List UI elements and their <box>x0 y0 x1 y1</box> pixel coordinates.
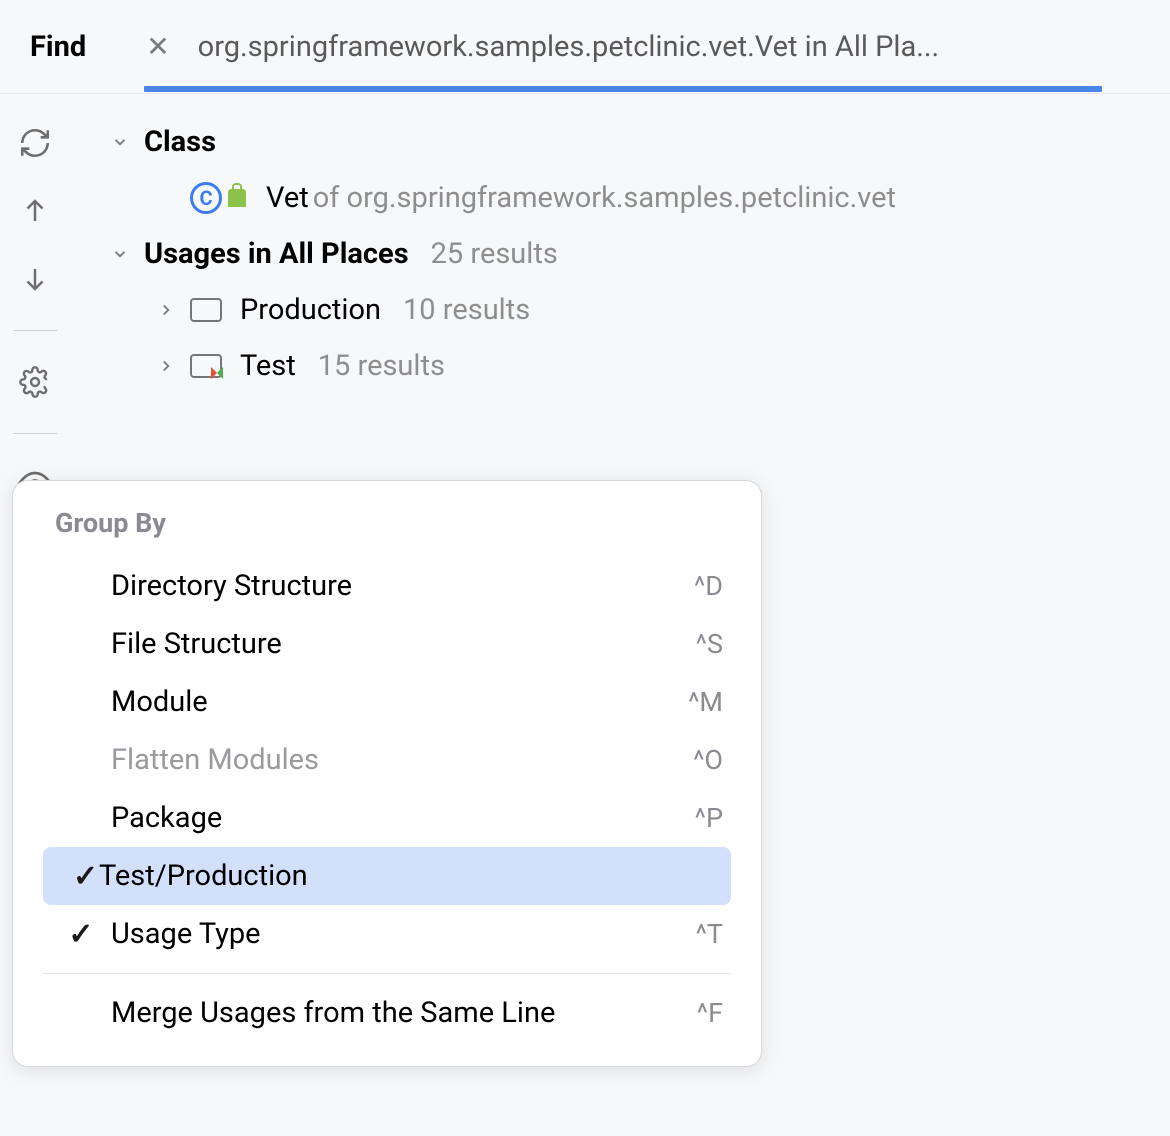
toolbar-divider <box>13 433 57 434</box>
tree-node-class-item[interactable]: C Vet of org.springframework.samples.pet… <box>70 170 1170 226</box>
usages-tree: Class C Vet of org.springframework.sampl… <box>70 94 1170 504</box>
previous-button[interactable] <box>16 192 54 230</box>
find-header: Find ✕ org.springframework.samples.petcl… <box>0 0 1170 94</box>
menu-item-label: Directory Structure <box>111 569 694 603</box>
menu-divider <box>43 973 731 974</box>
test-label: Test <box>240 349 296 383</box>
menu-item-label: Merge Usages from the Same Line <box>111 996 697 1030</box>
menu-flatten-modules: Flatten Modules ^O <box>13 731 761 789</box>
class-section-label: Class <box>144 125 216 159</box>
folder-icon <box>190 298 230 322</box>
menu-item-shortcut: ^S <box>696 628 731 660</box>
next-button[interactable] <box>16 260 54 298</box>
chevron-right-icon <box>156 357 176 375</box>
close-tab-button[interactable]: ✕ <box>146 33 169 61</box>
class-name: Vet <box>266 181 309 215</box>
menu-item-label: Usage Type <box>111 917 696 951</box>
menu-file-structure[interactable]: File Structure ^S <box>13 615 761 673</box>
groupby-popup: Group By Directory Structure ^D File Str… <box>12 480 762 1067</box>
menu-item-shortcut: ^D <box>694 570 731 602</box>
menu-item-shortcut: ^P <box>695 802 731 834</box>
settings-button[interactable] <box>16 363 54 401</box>
menu-module[interactable]: Module ^M <box>13 673 761 731</box>
class-package: of org.springframework.samples.petclinic… <box>313 181 896 215</box>
popup-header: Group By <box>13 507 761 557</box>
toolbar-divider <box>13 330 57 331</box>
class-icon: C <box>190 182 246 214</box>
tab-title[interactable]: org.springframework.samples.petclinic.ve… <box>198 30 1140 64</box>
menu-item-shortcut: ^O <box>693 744 731 776</box>
menu-package[interactable]: Package ^P <box>13 789 761 847</box>
test-count: 15 results <box>318 349 445 383</box>
production-label: Production <box>240 293 381 327</box>
menu-usage-type[interactable]: ✓ Usage Type ^T <box>13 905 761 963</box>
tree-node-test[interactable]: Test 15 results <box>70 338 1170 394</box>
tree-node-usages[interactable]: Usages in All Places 25 results <box>70 226 1170 282</box>
vertical-toolbar <box>0 94 70 504</box>
chevron-right-icon <box>156 301 176 319</box>
menu-item-shortcut: ^T <box>696 918 731 950</box>
menu-merge-usages[interactable]: Merge Usages from the Same Line ^F <box>13 984 761 1042</box>
active-tab-indicator <box>144 86 1102 92</box>
chevron-down-icon <box>110 133 130 151</box>
test-folder-icon <box>190 354 230 378</box>
check-icon: ✓ <box>51 859 99 894</box>
menu-directory-structure[interactable]: Directory Structure ^D <box>13 557 761 615</box>
menu-item-label: Flatten Modules <box>111 743 693 777</box>
menu-item-shortcut: ^M <box>688 686 731 718</box>
tree-node-production[interactable]: Production 10 results <box>70 282 1170 338</box>
menu-item-label: Test/Production <box>99 859 723 893</box>
find-title: Find <box>30 30 86 64</box>
menu-item-shortcut: ^F <box>697 997 731 1029</box>
menu-item-label: Package <box>111 801 695 835</box>
menu-item-label: File Structure <box>111 627 696 661</box>
usages-count: 25 results <box>431 237 558 271</box>
check-icon: ✓ <box>51 917 111 952</box>
refresh-button[interactable] <box>16 124 54 162</box>
menu-item-label: Module <box>111 685 688 719</box>
tree-node-class[interactable]: Class <box>70 114 1170 170</box>
production-count: 10 results <box>403 293 530 327</box>
usages-section-label: Usages in All Places <box>144 237 409 271</box>
menu-test-production[interactable]: ✓ Test/Production <box>43 847 731 905</box>
chevron-down-icon <box>110 245 130 263</box>
